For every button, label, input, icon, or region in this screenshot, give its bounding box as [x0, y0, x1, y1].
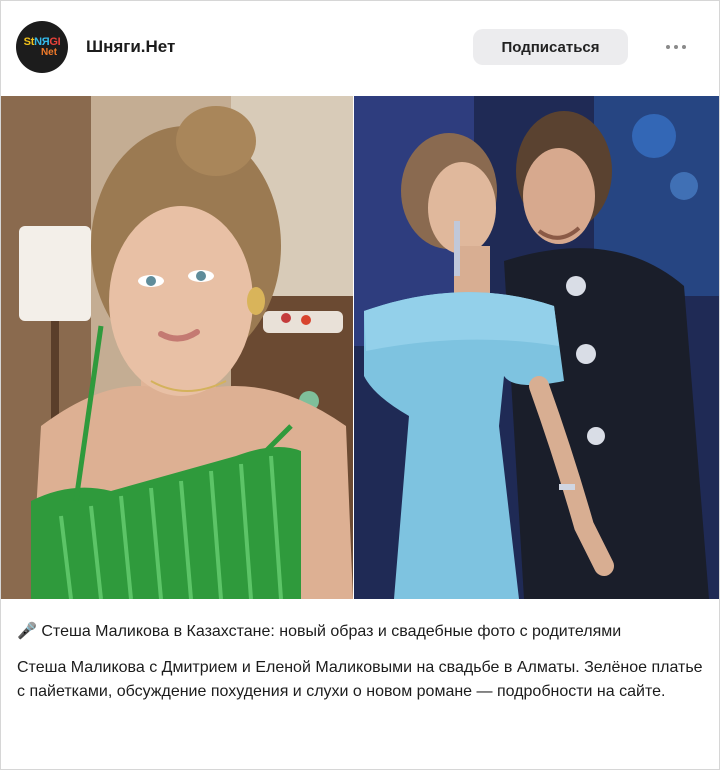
post-body: Стеша Маликова с Дмитрием и Еленой Малик…	[17, 659, 703, 700]
channel-avatar[interactable]: StNЯGI Net	[16, 21, 68, 73]
photo-left-illustration	[1, 96, 353, 599]
post-caption: 🎤 Стеша Маликова в Казахстане: новый обр…	[17, 619, 707, 704]
post-headline: 🎤 Стеша Маликова в Казахстане: новый обр…	[17, 619, 707, 644]
subscribe-button[interactable]: Подписаться	[473, 29, 628, 65]
channel-name[interactable]: Шняги.Нет	[86, 37, 175, 57]
photo-right-illustration	[354, 96, 719, 599]
photo-right[interactable]	[354, 96, 719, 599]
more-options-icon[interactable]	[661, 35, 691, 59]
post-card: StNЯGI Net Шняги.Нет Подписаться 🎤 Стеша…	[0, 0, 720, 770]
avatar-logo-text: StNЯGI	[23, 35, 61, 48]
microphone-icon: 🎤	[17, 623, 37, 640]
post-header: StNЯGI Net Шняги.Нет Подписаться	[1, 1, 719, 96]
post-headline-text: Стеша Маликова в Казахстане: новый образ…	[41, 623, 622, 640]
post-photos[interactable]	[1, 96, 719, 599]
avatar-logo-subtext: Net	[40, 46, 58, 58]
photo-left[interactable]	[1, 96, 353, 599]
